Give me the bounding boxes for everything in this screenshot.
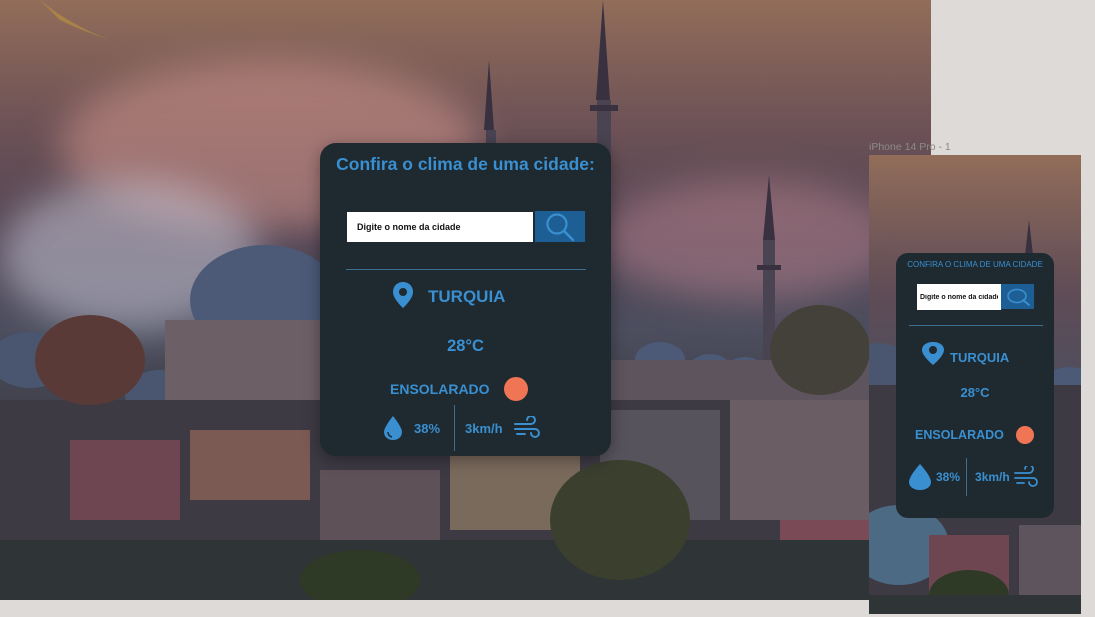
search-button[interactable] — [535, 211, 585, 242]
stat-separator — [454, 405, 456, 451]
mobile-weather-card: CONFIRA O CLIMA DE UMA CIDADE TURQUIA 28… — [896, 253, 1054, 518]
water-drop-icon — [384, 416, 402, 440]
mobile-stat-separator — [966, 458, 968, 496]
wind-stat: 3km/h — [465, 416, 541, 440]
mobile-condition-text: ENSOLARADO — [915, 428, 1004, 442]
weather-card: Confira o clima de uma cidade: TURQUIA 2… — [320, 143, 611, 456]
humidity-stat: 38% — [382, 415, 440, 441]
mobile-city-search-input[interactable] — [917, 284, 1001, 310]
water-drop-icon — [909, 464, 931, 490]
mobile-divider — [909, 325, 1043, 326]
mobile-stats-row: 38% 3km/h — [907, 457, 1039, 497]
location-row: TURQUIA — [392, 281, 505, 309]
search-icon — [546, 212, 575, 241]
mobile-wind-value: 3km/h — [975, 470, 1010, 484]
condition-text: ENSOLARADO — [390, 381, 490, 397]
wind-icon — [1013, 466, 1038, 487]
location-pin-icon — [393, 282, 413, 308]
stats-row: 38% 3km/h — [382, 405, 541, 451]
divider — [346, 269, 586, 270]
mobile-card-title: CONFIRA O CLIMA DE UMA CIDADE — [907, 260, 1043, 269]
wind-value: 3km/h — [465, 420, 503, 436]
mobile-location-row: TURQUIA — [920, 341, 1009, 367]
mobile-temperature: 28°C — [960, 385, 990, 400]
mobile-location-name: TURQUIA — [950, 349, 1010, 365]
mobile-humidity-value: 38% — [936, 470, 961, 484]
mobile-condition-row: ENSOLARADO — [915, 426, 1034, 444]
wind-icon — [513, 416, 540, 438]
sun-icon — [1015, 426, 1034, 444]
search-icon — [1006, 288, 1030, 306]
desktop-frame: Confira o clima de uma cidade: TURQUIA 2… — [0, 0, 931, 600]
location-name: TURQUIA — [428, 287, 506, 306]
humidity-value: 38% — [414, 420, 441, 436]
sun-icon — [503, 377, 528, 401]
location-pin-icon — [922, 342, 944, 365]
city-search-input[interactable] — [347, 212, 533, 242]
mobile-search-button[interactable] — [1001, 284, 1034, 309]
card-title: Confira o clima de uma cidade: — [336, 154, 595, 174]
mobile-wind-stat: 3km/h — [975, 466, 1039, 488]
temperature: 28°C — [447, 337, 484, 355]
mobile-frame-label: iPhone 14 Pro - 1 — [869, 141, 951, 153]
mobile-humidity-stat: 38% — [907, 463, 960, 491]
condition-row: ENSOLARADO — [390, 377, 528, 401]
mobile-frame: CONFIRA O CLIMA DE UMA CIDADE TURQUIA 28… — [869, 155, 1081, 614]
